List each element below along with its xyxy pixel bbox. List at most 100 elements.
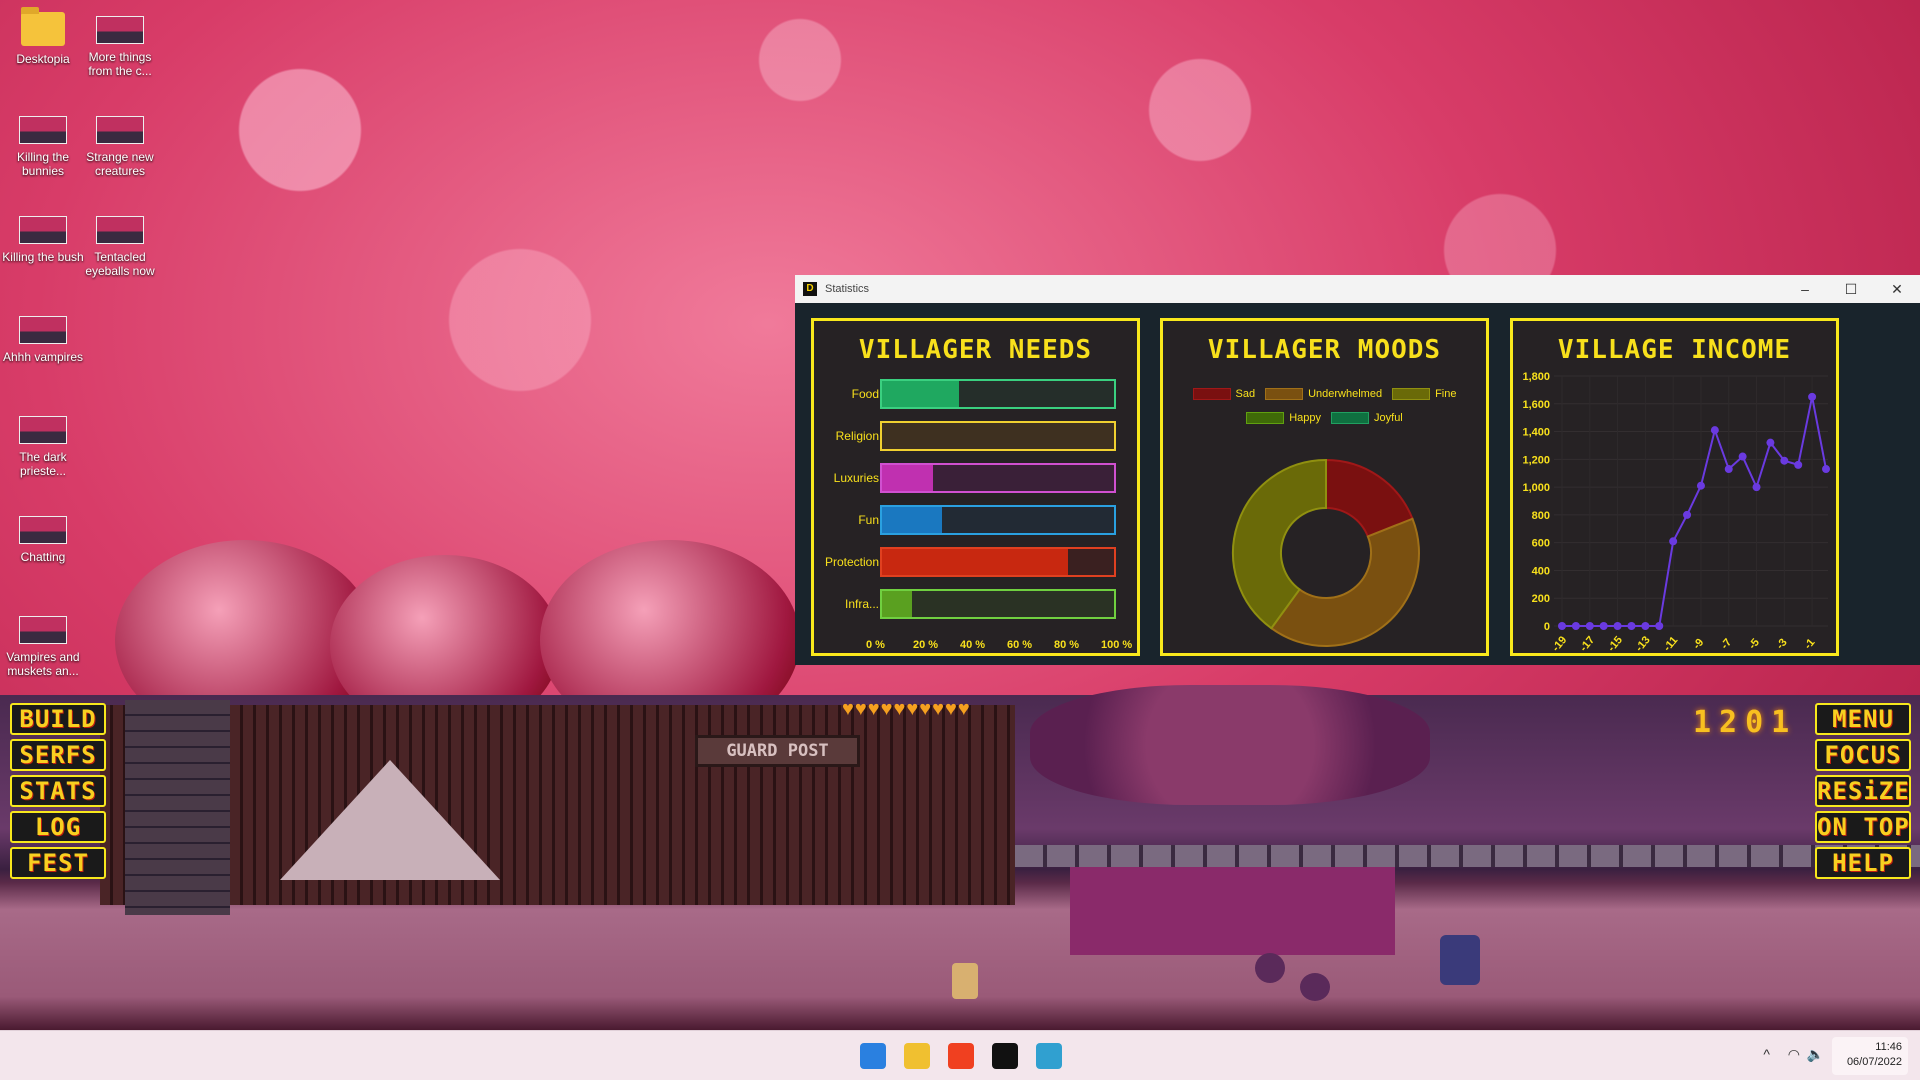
villager-sprite	[952, 963, 978, 999]
desktop-icon[interactable]: The dark prieste...	[0, 410, 86, 478]
serfs-button[interactable]: SERFS	[10, 739, 106, 771]
volume-icon[interactable]: 🔈	[1807, 1046, 1824, 1063]
game-window[interactable]: GUARD POST ♥♥♥♥♥♥♥♥♥♥ 1201 BUILDSERFSSTA…	[0, 695, 1920, 1030]
on-top-button[interactable]: ON TOP	[1815, 811, 1911, 843]
need-bar	[880, 463, 1116, 493]
y-tick-label: 1,000	[1522, 482, 1550, 494]
income-point[interactable]	[1794, 461, 1802, 469]
image-thumbnail-icon	[19, 216, 67, 244]
desktop-icon[interactable]: Killing the bunnies	[0, 110, 86, 178]
income-point[interactable]	[1711, 426, 1719, 434]
desktop-icon-label: Chatting	[0, 550, 86, 564]
desktop-icon[interactable]: Chatting	[0, 510, 86, 564]
focus-button[interactable]: FOCUS	[1815, 739, 1911, 771]
window-titlebar[interactable]: D Statistics – ☐ ✕	[795, 275, 1920, 303]
need-label: Religion	[836, 429, 879, 443]
desktopia-icon[interactable]	[992, 1043, 1018, 1069]
income-point[interactable]	[1627, 622, 1635, 630]
legend-label: Fine	[1435, 383, 1456, 405]
fence	[100, 705, 1015, 905]
income-point[interactable]	[1753, 483, 1761, 491]
legend-swatch	[1331, 412, 1369, 424]
x-tick-label: -9	[1691, 636, 1706, 651]
income-point[interactable]	[1614, 622, 1622, 630]
income-point[interactable]	[1669, 537, 1677, 545]
income-point[interactable]	[1641, 622, 1649, 630]
menu-button[interactable]: MENU	[1815, 703, 1911, 735]
legend-item[interactable]: Fine	[1392, 383, 1456, 405]
income-line-chart: 02004006008001,0001,2001,4001,6001,800-1…	[1510, 318, 1839, 656]
need-bar	[880, 421, 1116, 451]
stats-button[interactable]: STATS	[10, 775, 106, 807]
legend-swatch	[1246, 412, 1284, 424]
file-explorer-icon[interactable]	[904, 1043, 930, 1069]
start-icon[interactable]	[860, 1043, 886, 1069]
health-hearts: ♥♥♥♥♥♥♥♥♥♥	[842, 698, 971, 721]
desktop-icon[interactable]: Ahhh vampires	[0, 310, 86, 364]
tray-chevron-icon[interactable]: ^	[1763, 1046, 1770, 1062]
need-label: Protection	[825, 555, 879, 569]
income-point[interactable]	[1766, 439, 1774, 447]
fest-button[interactable]: FEST	[10, 847, 106, 879]
maximize-button[interactable]: ☐	[1828, 281, 1874, 298]
income-point[interactable]	[1697, 482, 1705, 490]
y-tick-label: 1,800	[1522, 371, 1550, 383]
desktop-icon-label: Desktopia	[0, 52, 86, 66]
need-label: Fun	[858, 513, 879, 527]
desktop-icon-label: Vampires and muskets an...	[0, 650, 86, 678]
need-bar-fill	[882, 591, 912, 617]
income-point[interactable]	[1600, 622, 1608, 630]
y-tick-label: 400	[1532, 565, 1550, 577]
legend-item[interactable]: Sad	[1193, 383, 1256, 405]
image-thumbnail-icon	[96, 16, 144, 44]
income-point[interactable]	[1572, 622, 1580, 630]
legend-item[interactable]: Joyful	[1331, 407, 1403, 429]
statistics-window: D Statistics – ☐ ✕ VILLAGER NEEDS FoodRe…	[795, 275, 1920, 665]
needs-axis-tick: 0 %	[866, 639, 885, 651]
need-row: Luxuries	[814, 463, 1137, 493]
desktop-icon[interactable]: More things from the c...	[77, 10, 163, 78]
desktop-icon-label: Killing the bush	[0, 250, 86, 264]
clock[interactable]: 11:46 06/07/2022	[1832, 1037, 1908, 1075]
resize-button[interactable]: RESiZE	[1815, 775, 1911, 807]
minimize-button[interactable]: –	[1782, 281, 1828, 297]
desktop-icon[interactable]: Tentacled eyeballs now	[77, 210, 163, 278]
desktop-icon[interactable]: Desktopia	[0, 10, 86, 66]
desktop-icon[interactable]: Strange new creatures	[77, 110, 163, 178]
income-point[interactable]	[1558, 622, 1566, 630]
build-button[interactable]: BUILD	[10, 703, 106, 735]
moods-title: VILLAGER MOODS	[1163, 335, 1486, 365]
income-point[interactable]	[1822, 465, 1830, 473]
legend-item[interactable]: Happy	[1246, 407, 1321, 429]
income-point[interactable]	[1739, 453, 1747, 461]
legend-swatch	[1193, 388, 1231, 400]
close-button[interactable]: ✕	[1874, 281, 1920, 298]
need-label: Food	[852, 387, 879, 401]
x-tick-label: -17	[1578, 634, 1597, 654]
need-bar-fill	[882, 381, 959, 407]
legend-item[interactable]: Underwhelmed	[1265, 383, 1382, 405]
need-bar	[880, 589, 1116, 619]
brave-icon[interactable]	[948, 1043, 974, 1069]
globe-icon[interactable]	[1036, 1043, 1062, 1069]
help-button[interactable]: HELP	[1815, 847, 1911, 879]
need-bar-fill	[882, 507, 942, 533]
wifi-icon[interactable]: ◠	[1788, 1046, 1800, 1063]
taskbar: ^ ◠ 🔈 11:46 06/07/2022	[0, 1030, 1920, 1080]
income-point[interactable]	[1808, 393, 1816, 401]
income-point[interactable]	[1725, 465, 1733, 473]
desktop-icon-label: Killing the bunnies	[0, 150, 86, 178]
guard-post-sign: GUARD POST	[695, 735, 860, 767]
moods-legend: Sad Underwhelmed Fine Happy Joyful	[1173, 383, 1476, 431]
desktop-icon[interactable]: Vampires and muskets an...	[0, 610, 86, 678]
income-point[interactable]	[1655, 622, 1663, 630]
y-tick-label: 1,600	[1522, 399, 1550, 411]
income-point[interactable]	[1683, 511, 1691, 519]
income-point[interactable]	[1586, 622, 1594, 630]
income-point[interactable]	[1780, 457, 1788, 465]
log-button[interactable]: LOG	[10, 811, 106, 843]
donut-slice-underwhelmed[interactable]	[1271, 519, 1419, 646]
legend-swatch	[1392, 388, 1430, 400]
desktop-icon[interactable]: Killing the bush	[0, 210, 86, 264]
desktop-icon-label: Strange new creatures	[77, 150, 163, 178]
